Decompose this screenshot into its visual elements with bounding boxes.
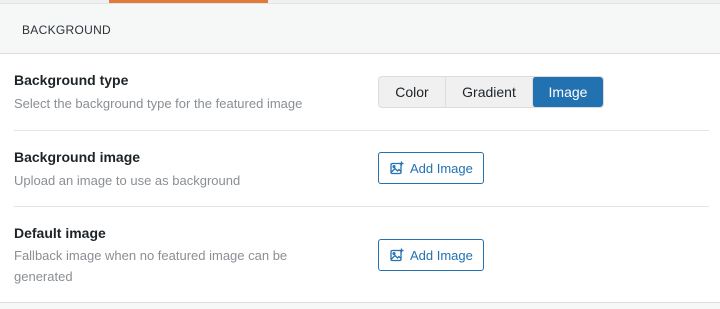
background-image-add-button[interactable]: Add Image (378, 152, 484, 184)
add-image-icon (390, 161, 404, 175)
panel-bottom-edge (0, 302, 720, 309)
background-type-label: Background type (14, 72, 129, 88)
background-type-description: Select the background type for the featu… (14, 96, 303, 111)
background-image-label: Background image (14, 149, 141, 165)
section-header: BACKGROUND (0, 3, 720, 54)
row-divider (14, 206, 709, 207)
default-image-description: Fallback image when no featured image ca… (14, 248, 288, 284)
background-type-option-gradient[interactable]: Gradient (445, 77, 532, 107)
default-image-label: Default image (14, 225, 106, 241)
background-type-option-color[interactable]: Color (379, 77, 445, 107)
add-image-icon (390, 248, 404, 262)
section-title: BACKGROUND (22, 23, 112, 37)
add-image-button-label: Add Image (410, 160, 473, 176)
background-image-description: Upload an image to use as background (14, 173, 241, 188)
add-image-button-label: Add Image (410, 247, 473, 263)
background-type-selector: Color Gradient Image (378, 76, 604, 108)
background-type-option-image[interactable]: Image (532, 77, 603, 107)
row-divider (14, 130, 709, 131)
settings-panel: BACKGROUND Background type Select the ba… (0, 0, 720, 309)
default-image-add-button[interactable]: Add Image (378, 239, 484, 271)
